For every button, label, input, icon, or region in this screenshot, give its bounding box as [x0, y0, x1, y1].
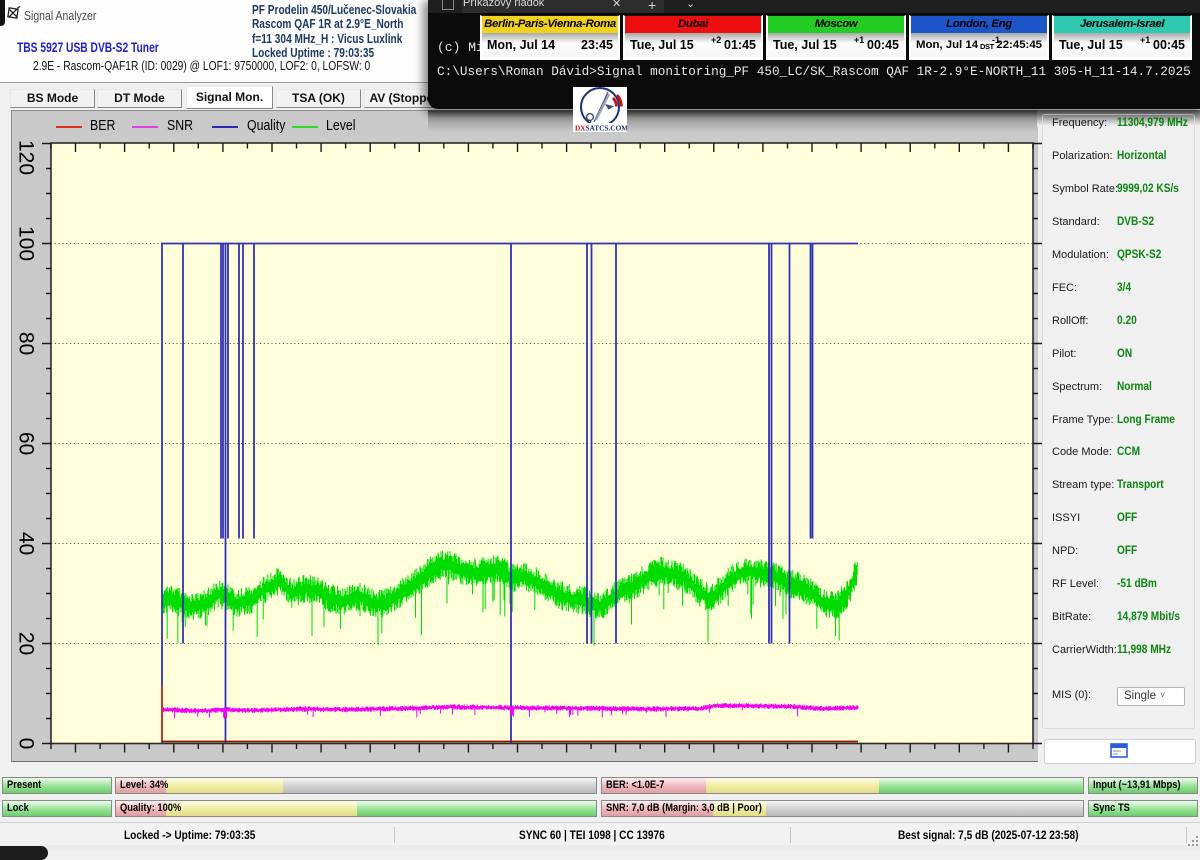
svg-text:80: 80 [15, 332, 38, 355]
svg-text:60: 60 [15, 432, 38, 455]
svg-text:SATCS.COM: SATCS.COM [586, 124, 628, 133]
svg-text:100: 100 [15, 226, 38, 261]
svg-text:20: 20 [15, 632, 38, 655]
svg-text:0: 0 [15, 738, 38, 750]
svg-text:120: 120 [15, 140, 38, 175]
svg-text:40: 40 [15, 532, 38, 555]
